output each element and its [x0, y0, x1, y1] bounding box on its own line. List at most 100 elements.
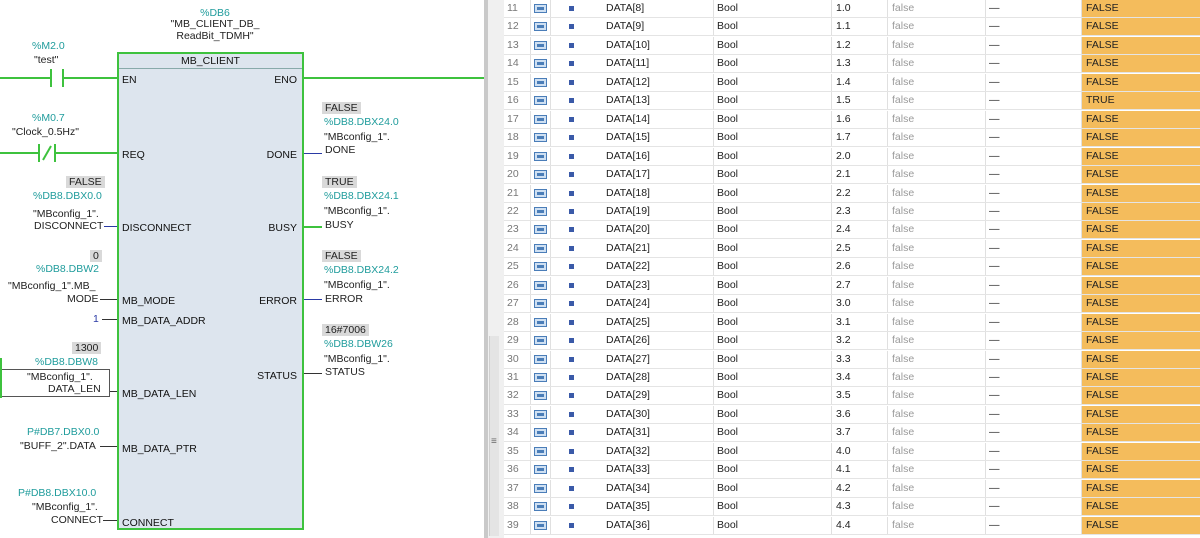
element-name[interactable]: DATA[8] [606, 0, 714, 17]
element-name[interactable]: DATA[36] [606, 517, 714, 534]
element-datatype[interactable]: Bool [714, 369, 832, 386]
element-start-value[interactable]: false [888, 351, 986, 368]
element-name[interactable]: DATA[13] [606, 92, 714, 109]
grip-icon[interactable]: ≡ [491, 436, 497, 447]
status-tag-line2[interactable]: STATUS [325, 366, 365, 378]
table-row[interactable]: 34 DATA[31] Bool 3.7 false — FALSE [504, 424, 1200, 442]
element-datatype[interactable]: Bool [714, 480, 832, 497]
element-datatype[interactable]: Bool [714, 203, 832, 220]
element-datatype[interactable]: Bool [714, 129, 832, 146]
element-datatype[interactable]: Bool [714, 277, 832, 294]
table-row[interactable]: 18 DATA[15] Bool 1.7 false — FALSE [504, 129, 1200, 147]
element-datatype[interactable]: Bool [714, 517, 832, 534]
mb-data-len-tag-box[interactable]: "MBconfig_1". DATA_LEN [0, 369, 110, 397]
element-name[interactable]: DATA[27] [606, 351, 714, 368]
element-start-value[interactable]: false [888, 480, 986, 497]
element-start-value[interactable]: false [888, 314, 986, 331]
element-start-value[interactable]: false [888, 332, 986, 349]
table-row[interactable]: 20 DATA[17] Bool 2.1 false — FALSE [504, 166, 1200, 184]
element-start-value[interactable]: false [888, 406, 986, 423]
en-contact-tag[interactable]: "test" [34, 54, 58, 66]
element-start-value[interactable]: false [888, 424, 986, 441]
element-datatype[interactable]: Bool [714, 443, 832, 460]
element-name[interactable]: DATA[35] [606, 498, 714, 515]
disconnect-tag-line2[interactable]: DISCONNECT [34, 220, 103, 232]
table-row[interactable]: 32 DATA[29] Bool 3.5 false — FALSE [504, 387, 1200, 405]
req-contact-tag[interactable]: "Clock_0.5Hz" [12, 126, 79, 138]
mb-data-addr-value[interactable]: 1 [93, 313, 99, 325]
element-datatype[interactable]: Bool [714, 221, 832, 238]
element-name[interactable]: DATA[33] [606, 461, 714, 478]
element-start-value[interactable]: false [888, 166, 986, 183]
element-name[interactable]: DATA[10] [606, 37, 714, 54]
connect-tag-line1[interactable]: "MBconfig_1". [32, 501, 98, 513]
element-name[interactable]: DATA[11] [606, 55, 714, 72]
table-row[interactable]: 14 DATA[11] Bool 1.3 false — FALSE [504, 55, 1200, 73]
busy-tag-line1[interactable]: "MBconfig_1". [324, 205, 390, 217]
element-name[interactable]: DATA[30] [606, 406, 714, 423]
error-tag-line2[interactable]: ERROR [325, 293, 363, 305]
element-start-value[interactable]: false [888, 148, 986, 165]
busy-tag-line2[interactable]: BUSY [325, 219, 354, 231]
table-row[interactable]: 38 DATA[35] Bool 4.3 false — FALSE [504, 498, 1200, 516]
element-name[interactable]: DATA[23] [606, 277, 714, 294]
element-name[interactable]: DATA[22] [606, 258, 714, 275]
element-start-value[interactable]: false [888, 92, 986, 109]
element-name[interactable]: DATA[17] [606, 166, 714, 183]
element-datatype[interactable]: Bool [714, 461, 832, 478]
done-tag-line1[interactable]: "MBconfig_1". [324, 131, 390, 143]
element-name[interactable]: DATA[20] [606, 221, 714, 238]
element-start-value[interactable]: false [888, 111, 986, 128]
mb-client-block[interactable]: MB_CLIENT EN ENO REQ DONE DISCONNECT BUS… [117, 52, 304, 530]
element-name[interactable]: DATA[15] [606, 129, 714, 146]
table-row[interactable]: 27 DATA[24] Bool 3.0 false — FALSE [504, 295, 1200, 313]
element-start-value[interactable]: false [888, 277, 986, 294]
table-row[interactable]: 33 DATA[30] Bool 3.6 false — FALSE [504, 406, 1200, 424]
table-row[interactable]: 19 DATA[16] Bool 2.0 false — FALSE [504, 148, 1200, 166]
element-datatype[interactable]: Bool [714, 332, 832, 349]
element-name[interactable]: DATA[21] [606, 240, 714, 257]
element-start-value[interactable]: false [888, 0, 986, 17]
splitter-bar[interactable] [484, 0, 488, 538]
element-name[interactable]: DATA[16] [606, 148, 714, 165]
table-row[interactable]: 29 DATA[26] Bool 3.2 false — FALSE [504, 332, 1200, 350]
table-row[interactable]: 30 DATA[27] Bool 3.3 false — FALSE [504, 351, 1200, 369]
connect-tag-line2[interactable]: CONNECT [51, 514, 103, 526]
element-datatype[interactable]: Bool [714, 295, 832, 312]
element-datatype[interactable]: Bool [714, 37, 832, 54]
table-row[interactable]: 26 DATA[23] Bool 2.7 false — FALSE [504, 277, 1200, 295]
element-start-value[interactable]: false [888, 240, 986, 257]
mb-mode-tag-line1[interactable]: "MBconfig_1".MB_ [8, 280, 95, 292]
table-row[interactable]: 21 DATA[18] Bool 2.2 false — FALSE [504, 185, 1200, 203]
element-name[interactable]: DATA[31] [606, 424, 714, 441]
table-row[interactable]: 36 DATA[33] Bool 4.1 false — FALSE [504, 461, 1200, 479]
element-start-value[interactable]: false [888, 129, 986, 146]
pane-splitter[interactable]: ≡ [484, 0, 504, 538]
element-name[interactable]: DATA[24] [606, 295, 714, 312]
table-row[interactable]: 39 DATA[36] Bool 4.4 false — FALSE [504, 517, 1200, 535]
element-name[interactable]: DATA[25] [606, 314, 714, 331]
element-datatype[interactable]: Bool [714, 351, 832, 368]
table-row[interactable]: 22 DATA[19] Bool 2.3 false — FALSE [504, 203, 1200, 221]
element-datatype[interactable]: Bool [714, 148, 832, 165]
table-row[interactable]: 11 DATA[8] Bool 1.0 false — FALSE [504, 0, 1200, 18]
mb-mode-tag-line2[interactable]: MODE [67, 293, 99, 305]
instance-db-name[interactable]: "MB_CLIENT_DB_ ReadBit_TDMH" [160, 18, 270, 42]
element-datatype[interactable]: Bool [714, 111, 832, 128]
element-start-value[interactable]: false [888, 203, 986, 220]
table-row[interactable]: 28 DATA[25] Bool 3.1 false — FALSE [504, 314, 1200, 332]
done-tag-line2[interactable]: DONE [325, 144, 355, 156]
table-row[interactable]: 16 DATA[13] Bool 1.5 false — TRUE [504, 92, 1200, 110]
table-row[interactable]: 12 DATA[9] Bool 1.1 false — FALSE [504, 18, 1200, 36]
element-name[interactable]: DATA[26] [606, 332, 714, 349]
element-start-value[interactable]: false [888, 74, 986, 91]
element-name[interactable]: DATA[29] [606, 387, 714, 404]
table-row[interactable]: 17 DATA[14] Bool 1.6 false — FALSE [504, 111, 1200, 129]
element-start-value[interactable]: false [888, 55, 986, 72]
element-name[interactable]: DATA[32] [606, 443, 714, 460]
table-row[interactable]: 13 DATA[10] Bool 1.2 false — FALSE [504, 37, 1200, 55]
element-start-value[interactable]: false [888, 185, 986, 202]
element-name[interactable]: DATA[19] [606, 203, 714, 220]
element-start-value[interactable]: false [888, 295, 986, 312]
element-name[interactable]: DATA[14] [606, 111, 714, 128]
